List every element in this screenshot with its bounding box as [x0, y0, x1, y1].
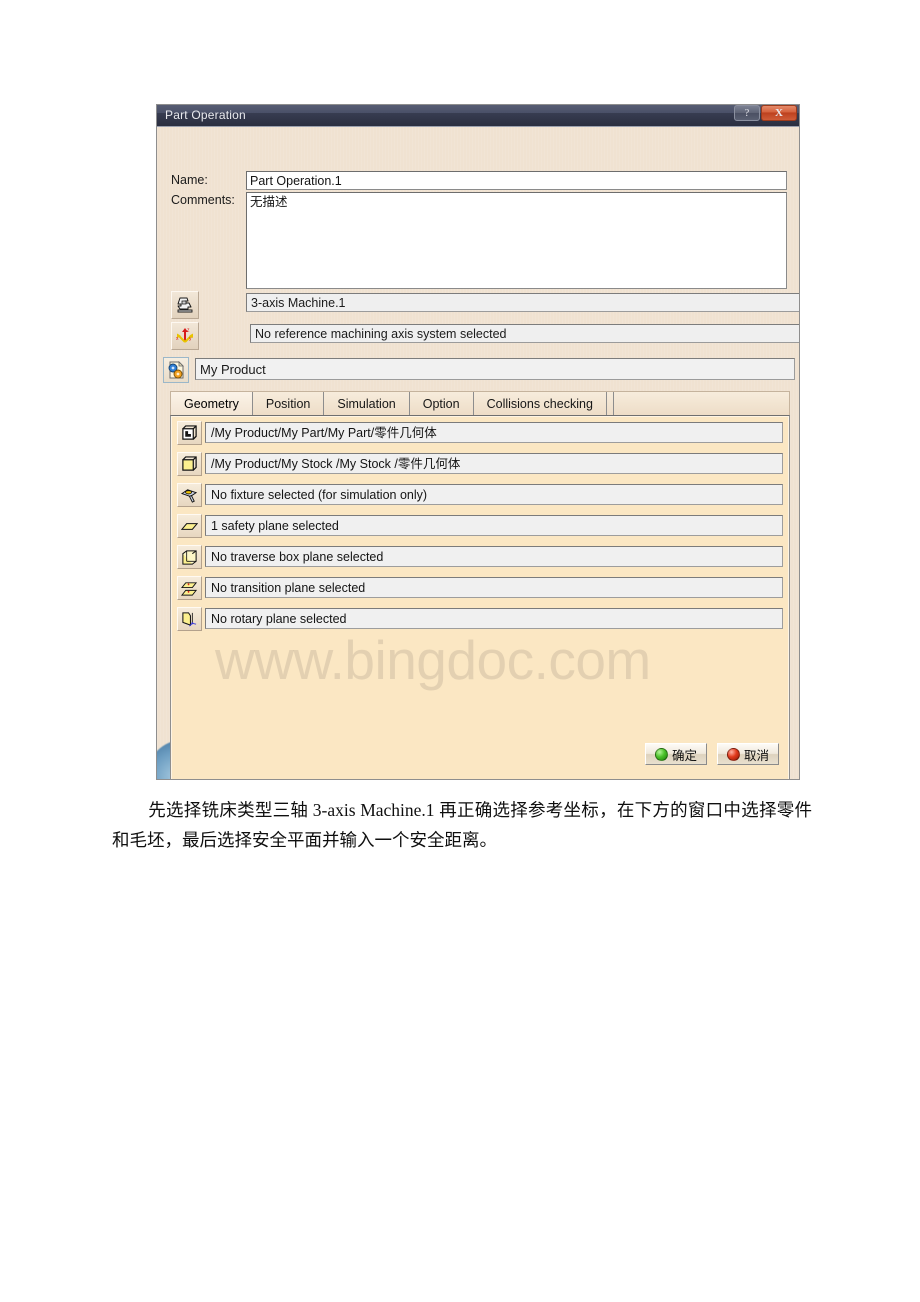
product-icon[interactable] [163, 357, 189, 383]
dialog-title: Part Operation [165, 108, 246, 122]
dialog-footer: 确定 取消 [157, 729, 799, 779]
help-icon[interactable]: ? [734, 105, 760, 121]
safety-plane-icon[interactable] [177, 514, 202, 538]
fixture-icon[interactable] [177, 483, 202, 507]
machine-icon[interactable] [171, 291, 199, 319]
geometry-row-stock: /My Product/My Stock /My Stock /零件几何体 [177, 452, 783, 476]
rotary-plane-icon[interactable] [177, 607, 202, 631]
caption-text: 先选择铣床类型三轴 3-axis Machine.1 再正确选择参考坐标，在下方… [112, 800, 812, 850]
product-value[interactable]: My Product [195, 358, 795, 380]
dialog-titlebar[interactable]: Part Operation ? X [157, 105, 799, 127]
traverse-box-plane-icon[interactable] [177, 545, 202, 569]
stock-geometry-icon[interactable] [177, 452, 202, 476]
geometry-row-rotary-plane: No rotary plane selected [177, 607, 783, 631]
cancel-status-dot-icon [726, 747, 740, 761]
fixture-value[interactable]: No fixture selected (for simulation only… [205, 484, 783, 505]
ok-button-label: 确定 [671, 748, 697, 763]
name-input[interactable]: Part Operation.1 [246, 171, 787, 190]
part-operation-dialog: Part Operation ? X Name: Comments: Part … [156, 104, 800, 780]
tab-collisions-checking[interactable]: Collisions checking [474, 392, 607, 416]
comments-label: Comments: [171, 193, 235, 207]
reference-axis-value[interactable]: No reference machining axis system selec… [250, 324, 799, 343]
dialog-body: Name: Comments: Part Operation.1 无描述 3-a… [157, 127, 799, 779]
geometry-row-part: /My Product/My Part/My Part/零件几何体 [177, 421, 783, 445]
tab-simulation[interactable]: Simulation [324, 392, 410, 416]
svg-text:z: z [187, 328, 190, 334]
name-label: Name: [171, 173, 208, 187]
ok-button[interactable]: 确定 [645, 743, 707, 765]
window-buttons: ? X [733, 105, 797, 121]
tab-strip-endcap [607, 392, 614, 416]
cancel-button[interactable]: 取消 [717, 743, 779, 765]
watermark-text: www.bingdoc.com [215, 629, 651, 691]
tab-geometry[interactable]: Geometry [171, 392, 253, 416]
comments-textarea[interactable]: 无描述 [246, 192, 787, 289]
ok-status-dot-icon [654, 747, 668, 761]
stock-geometry-value[interactable]: /My Product/My Stock /My Stock /零件几何体 [205, 453, 783, 474]
tab-option[interactable]: Option [410, 392, 474, 416]
tab-position[interactable]: Position [253, 392, 325, 416]
geometry-row-fixture: No fixture selected (for simulation only… [177, 483, 783, 507]
cancel-button-label: 取消 [743, 748, 769, 763]
safety-plane-value[interactable]: 1 safety plane selected [205, 515, 783, 536]
machine-value[interactable]: 3-axis Machine.1 [246, 293, 799, 312]
machining-axis-system-icon[interactable]: z x y [171, 322, 199, 350]
part-geometry-icon[interactable] [177, 421, 202, 445]
geometry-row-traverse-box: No traverse box plane selected [177, 545, 783, 569]
caption-paragraph: 先选择铣床类型三轴 3-axis Machine.1 再正确选择参考坐标，在下方… [112, 795, 812, 855]
geometry-row-transition-plane: No transition plane selected [177, 576, 783, 600]
geometry-row-safety-plane: 1 safety plane selected [177, 514, 783, 538]
transition-plane-icon[interactable] [177, 576, 202, 600]
traverse-box-plane-value[interactable]: No traverse box plane selected [205, 546, 783, 567]
transition-plane-value[interactable]: No transition plane selected [205, 577, 783, 598]
rotary-plane-value[interactable]: No rotary plane selected [205, 608, 783, 629]
tab-strip: Geometry Position Simulation Option Coll… [170, 391, 790, 416]
geometry-panel: www.bingdoc.com /My Product/My Part/My P… [170, 415, 790, 779]
close-icon[interactable]: X [761, 105, 797, 121]
name-comments-group: Name: Comments: Part Operation.1 无描述 [157, 127, 799, 289]
part-geometry-value[interactable]: /My Product/My Part/My Part/零件几何体 [205, 422, 783, 443]
